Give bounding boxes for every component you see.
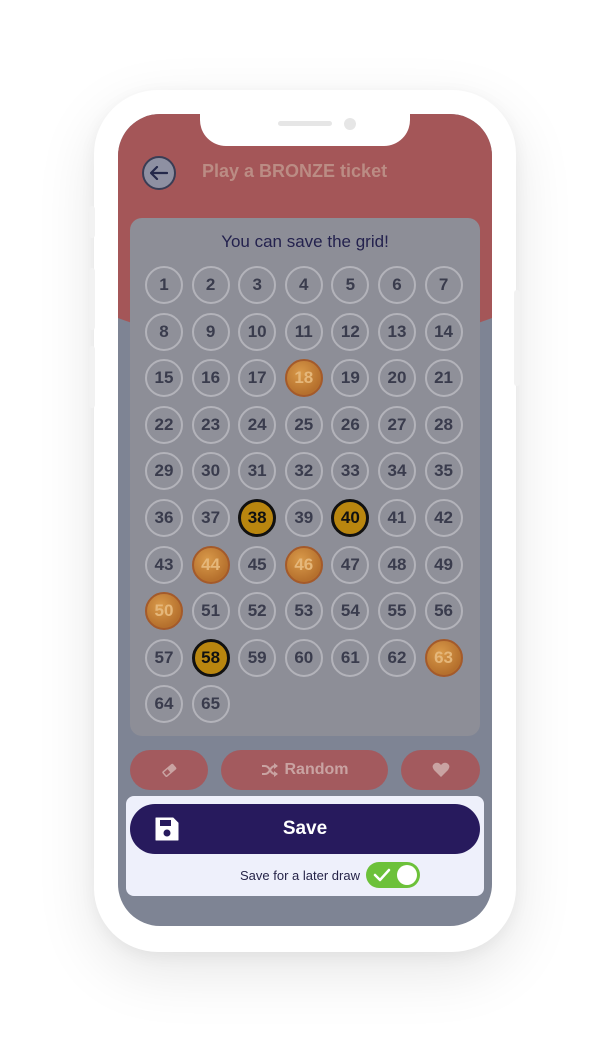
number-ball[interactable]: 7 xyxy=(424,266,463,304)
number-ball[interactable]: 48 xyxy=(377,545,416,584)
toggle-knob xyxy=(396,865,417,885)
number-ball[interactable]: 59 xyxy=(238,638,277,677)
phone-side-button xyxy=(514,290,520,386)
number-ball[interactable]: 14 xyxy=(424,312,463,351)
number-ball[interactable]: 30 xyxy=(191,452,230,491)
number-ball[interactable]: 51 xyxy=(191,592,230,631)
number-ball[interactable]: 11 xyxy=(284,312,323,351)
save-later-toggle[interactable] xyxy=(365,862,420,888)
number-ball[interactable]: 24 xyxy=(238,405,277,444)
number-ball[interactable]: 9 xyxy=(191,312,230,351)
number-ball[interactable]: 13 xyxy=(377,312,416,351)
number-ball[interactable]: 43 xyxy=(145,545,183,584)
number-ball[interactable]: 65 xyxy=(191,685,230,724)
number-ball[interactable]: 34 xyxy=(377,452,416,491)
number-ball[interactable]: 57 xyxy=(145,638,183,677)
number-ball[interactable]: 21 xyxy=(424,359,463,398)
number-ball[interactable]: 56 xyxy=(424,592,463,631)
number-ball[interactable]: 2 xyxy=(191,266,230,304)
number-ball[interactable]: 22 xyxy=(145,405,183,444)
save-label: Save xyxy=(282,818,328,839)
number-ball[interactable]: 12 xyxy=(331,312,370,351)
number-ball[interactable]: 58 xyxy=(191,638,230,677)
number-ball[interactable]: 15 xyxy=(145,359,183,398)
number-ball[interactable]: 60 xyxy=(284,638,323,677)
number-ball[interactable]: 52 xyxy=(238,592,277,631)
number-ball[interactable]: 38 xyxy=(238,498,277,537)
save-later-row: Save for a later draw xyxy=(126,862,484,888)
phone-notch xyxy=(200,114,410,146)
save-button[interactable]: Save xyxy=(130,804,480,854)
number-ball[interactable]: 19 xyxy=(331,359,370,398)
number-ball[interactable]: 62 xyxy=(377,638,416,677)
number-ball[interactable]: 50 xyxy=(145,592,183,631)
number-ball[interactable]: 42 xyxy=(424,498,463,537)
number-ball[interactable]: 44 xyxy=(191,545,230,584)
number-ball[interactable]: 4 xyxy=(284,266,323,304)
arrow-left-icon xyxy=(150,166,168,180)
number-ball[interactable]: 33 xyxy=(331,452,370,491)
number-ball[interactable]: 28 xyxy=(424,405,463,444)
number-ball[interactable]: 26 xyxy=(331,405,370,444)
number-ball[interactable]: 36 xyxy=(145,498,183,537)
number-ball[interactable]: 64 xyxy=(145,685,183,724)
save-later-label: Save for a later draw xyxy=(240,867,360,883)
random-button[interactable]: Random xyxy=(221,750,388,790)
number-ball[interactable]: 46 xyxy=(284,545,323,584)
number-ball[interactable]: 45 xyxy=(238,545,277,584)
number-ball[interactable]: 39 xyxy=(284,498,323,537)
shuffle-icon xyxy=(261,763,278,777)
number-ball[interactable]: 29 xyxy=(145,452,183,491)
number-ball[interactable]: 1 xyxy=(145,266,183,304)
number-ball[interactable]: 18 xyxy=(284,359,323,398)
number-ball[interactable]: 35 xyxy=(424,452,463,491)
favorite-button[interactable] xyxy=(401,750,480,790)
number-ball[interactable]: 17 xyxy=(238,359,277,398)
clear-button[interactable] xyxy=(130,750,208,790)
number-ball[interactable]: 63 xyxy=(424,638,463,677)
number-ball[interactable]: 31 xyxy=(238,452,277,491)
number-ball[interactable]: 23 xyxy=(191,405,230,444)
title-emphasis: BRONZE xyxy=(259,161,336,181)
eraser-icon xyxy=(162,763,177,777)
phone-camera xyxy=(344,118,356,130)
phone-speaker xyxy=(278,121,332,126)
phone-side-button xyxy=(89,346,95,408)
save-panel: Save Save for a later draw xyxy=(126,796,484,896)
phone-side-button xyxy=(89,268,95,330)
number-ball[interactable]: 32 xyxy=(284,452,323,491)
number-ball[interactable]: 41 xyxy=(377,498,416,537)
number-ball[interactable]: 8 xyxy=(145,312,183,351)
title-prefix: Play a xyxy=(202,161,260,181)
number-grid: 1 2 3 4 5 6 7 8 9 10 11 12 13 14 15 16 17 18 19 20 21 22 23 24 2… xyxy=(145,266,465,724)
title-suffix: ticket xyxy=(335,161,388,181)
number-ball[interactable]: 27 xyxy=(377,405,416,444)
number-ball[interactable]: 40 xyxy=(331,498,370,537)
phone-side-button xyxy=(89,206,95,238)
number-ball[interactable]: 54 xyxy=(331,592,370,631)
number-ball[interactable]: 10 xyxy=(238,312,277,351)
number-grid-card: You can save the grid! 1 2 3 4 5 6 7 8 9 10 11 12 13… xyxy=(130,218,480,736)
number-ball[interactable]: 3 xyxy=(238,266,277,304)
number-ball[interactable]: 20 xyxy=(377,359,416,398)
number-ball[interactable]: 6 xyxy=(377,266,416,304)
floppy-disk-icon xyxy=(155,817,179,841)
random-label: Random xyxy=(284,761,349,778)
page-title: Play a BRONZE ticket xyxy=(202,161,387,182)
heart-icon xyxy=(432,762,449,777)
number-ball[interactable]: 5 xyxy=(331,266,370,304)
app-screen: Play a BRONZE ticket You can save the gr… xyxy=(118,114,492,926)
number-ball[interactable]: 61 xyxy=(331,638,370,677)
number-ball[interactable]: 49 xyxy=(424,545,463,584)
grid-hint: You can save the grid! xyxy=(221,232,389,251)
grid-actions: Random xyxy=(130,750,480,792)
back-button[interactable] xyxy=(142,156,176,190)
number-ball[interactable]: 55 xyxy=(377,592,416,631)
number-ball[interactable]: 37 xyxy=(191,498,230,537)
number-ball[interactable]: 25 xyxy=(284,405,323,444)
check-icon xyxy=(373,868,391,882)
number-ball[interactable]: 16 xyxy=(191,359,230,398)
number-ball[interactable]: 53 xyxy=(284,592,323,631)
number-ball[interactable]: 47 xyxy=(331,545,370,584)
